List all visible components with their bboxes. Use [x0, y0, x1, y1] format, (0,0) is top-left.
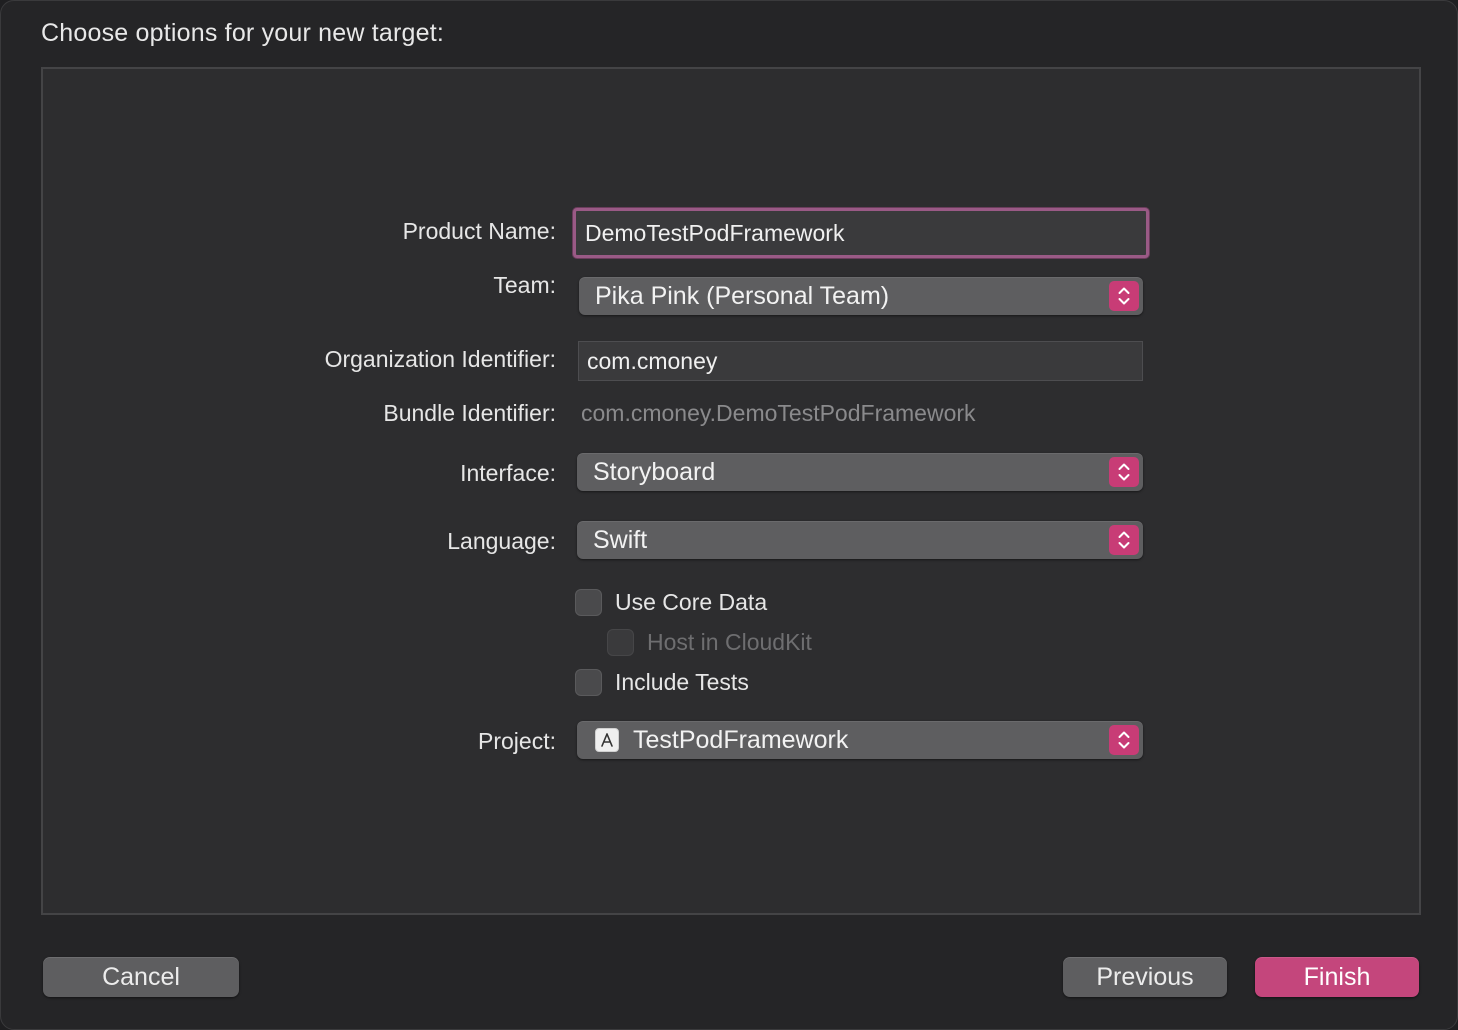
team-label: Team: — [493, 272, 556, 298]
previous-button[interactable]: Previous — [1063, 957, 1227, 997]
chevron-up-down-icon — [1109, 725, 1139, 755]
interface-popup[interactable]: Storyboard — [577, 453, 1143, 491]
organization-identifier-value: com.cmoney — [587, 347, 718, 374]
chevron-up-down-icon — [1109, 281, 1139, 311]
language-label: Language: — [447, 528, 556, 554]
include-tests-checkbox[interactable]: Include Tests — [575, 669, 749, 696]
product-name-field[interactable]: DemoTestPodFramework — [573, 208, 1149, 258]
product-name-value: DemoTestPodFramework — [585, 219, 845, 246]
host-in-cloudkit-label: Host in CloudKit — [647, 629, 812, 655]
chevron-up-down-icon — [1109, 525, 1139, 555]
finish-button[interactable]: Finish — [1255, 957, 1419, 997]
project-value: TestPodFramework — [633, 725, 849, 754]
new-target-options-sheet: Choose options for your new target: Prod… — [0, 0, 1458, 1030]
chevron-up-down-icon — [1109, 457, 1139, 487]
checkbox-box — [607, 629, 634, 656]
organization-identifier-label: Organization Identifier: — [324, 346, 556, 372]
sheet-title: Choose options for your new target: — [41, 19, 445, 47]
xcode-project-icon — [595, 728, 619, 752]
team-value: Pika Pink (Personal Team) — [595, 281, 890, 310]
product-name-label: Product Name: — [402, 218, 556, 244]
host-in-cloudkit-checkbox: Host in CloudKit — [607, 629, 812, 656]
language-popup[interactable]: Swift — [577, 521, 1143, 559]
project-popup[interactable]: TestPodFramework — [577, 721, 1143, 759]
bundle-identifier-label: Bundle Identifier: — [383, 400, 556, 426]
cancel-button[interactable]: Cancel — [43, 957, 239, 997]
interface-label: Interface: — [460, 460, 556, 486]
team-popup[interactable]: Pika Pink (Personal Team) — [579, 277, 1143, 315]
interface-value: Storyboard — [593, 457, 716, 486]
bundle-identifier-value: com.cmoney.DemoTestPodFramework — [581, 400, 976, 426]
project-label: Project: — [478, 728, 556, 754]
organization-identifier-field[interactable]: com.cmoney — [578, 341, 1143, 381]
include-tests-label: Include Tests — [615, 669, 749, 695]
checkbox-box[interactable] — [575, 669, 602, 696]
language-value: Swift — [593, 525, 648, 554]
use-core-data-label: Use Core Data — [615, 589, 768, 615]
options-panel — [41, 67, 1421, 915]
use-core-data-checkbox[interactable]: Use Core Data — [575, 589, 767, 616]
checkbox-box[interactable] — [575, 589, 602, 616]
